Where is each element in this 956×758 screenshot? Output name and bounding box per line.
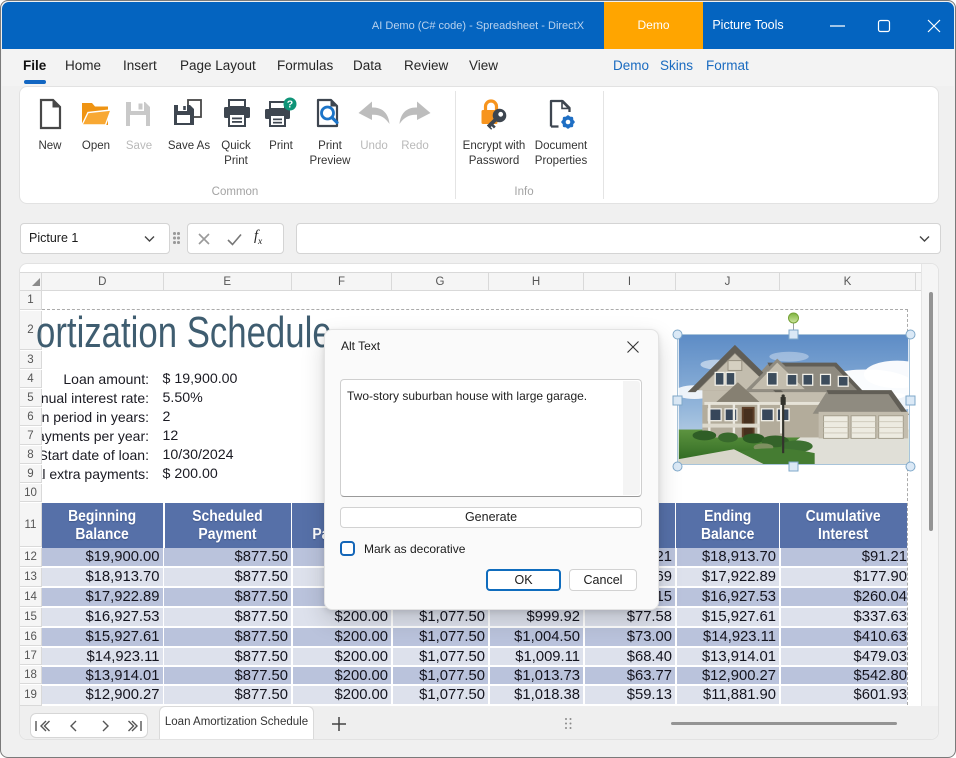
svg-text:?: ? — [287, 99, 293, 111]
